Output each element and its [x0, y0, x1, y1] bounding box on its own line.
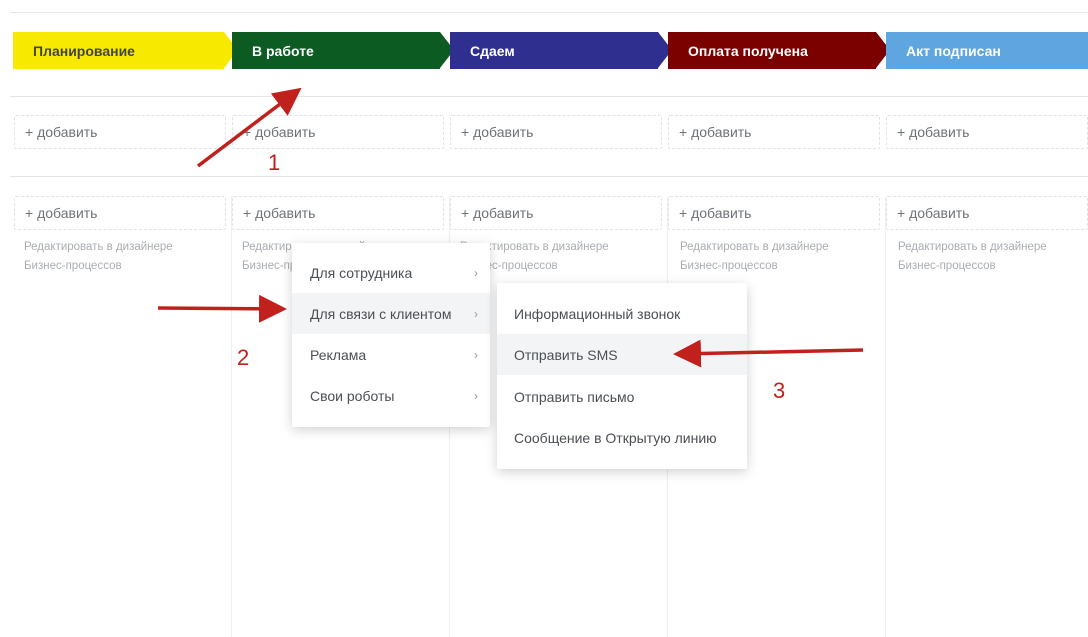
- annotation-overlay: [157, 87, 864, 368]
- annotation-arrow-2: [157, 294, 287, 323]
- annotation-step-2: 2: [237, 345, 250, 370]
- annotation-step-3: 3: [773, 378, 786, 403]
- annotation-arrow-1: [196, 87, 302, 168]
- annotation-arrow-3: [673, 339, 864, 368]
- annotation-step-1: 1: [268, 150, 281, 175]
